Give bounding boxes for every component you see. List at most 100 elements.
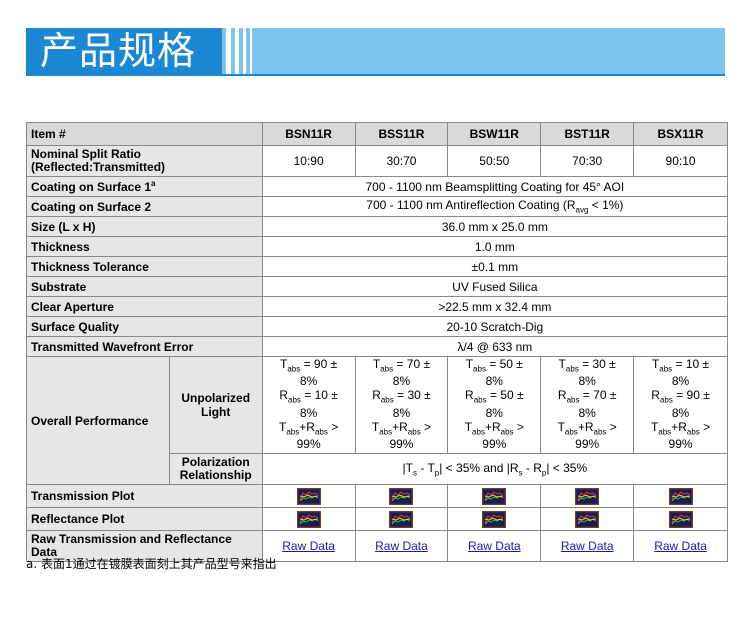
part-header: BSW11R (447, 122, 542, 146)
transmission-value: Tabs = 10 ±8% (651, 357, 710, 389)
transmission-value: Tabs = 50 ±8% (465, 357, 523, 389)
plot-thumbnail-icon[interactable] (296, 487, 321, 505)
plot-thumbnail-icon[interactable] (482, 487, 507, 505)
raw-data-link[interactable]: Raw Data (375, 539, 428, 553)
row-label: Coating on Surface 1a (26, 176, 263, 197)
coating1-row: Coating on Surface 1a 700 - 1100 nm Beam… (26, 176, 729, 197)
cell-value: 700 - 1100 nm Beamsplitting Coating for … (261, 176, 729, 197)
plot-thumbnail-icon[interactable] (296, 510, 321, 528)
cell-value: ±0.1 mm (261, 256, 729, 277)
banner-stripe (235, 28, 239, 74)
banner-underline (26, 74, 725, 76)
cell-value: 700 - 1100 nm Antireflection Coating (Ra… (261, 196, 729, 217)
raw-data-link[interactable]: Raw Data (654, 539, 707, 553)
row-label: Nominal Split Ratio (Reflected:Transmitt… (26, 145, 263, 177)
plot-thumbnail-icon[interactable] (668, 487, 693, 505)
part-header: BSS11R (354, 122, 449, 146)
transmission-value: Tabs = 70 ±8% (372, 357, 431, 389)
row-label: Clear Aperture (26, 296, 263, 317)
performance-cell: Tabs = 30 ±8% Rabs = 70 ±8% Tabs+Rabs >99% (540, 355, 635, 455)
row-label: Transmitted Wavefront Error (26, 336, 263, 357)
raw-cell: Raw Data (633, 530, 728, 563)
sum-value: Tabs+Rabs >99% (279, 419, 339, 452)
cell-value: 70:30 (540, 145, 635, 177)
transmission-plot-row: Transmission Plot (26, 484, 728, 509)
spec-table: Item # BSN11R BSS11R BSW11R BST11R BSX11… (26, 122, 729, 563)
sub-label: Polarization Relationship (168, 453, 263, 486)
reflectance-plot-row: Reflectance Plot (26, 507, 728, 532)
raw-data-link[interactable]: Raw Data (561, 539, 614, 553)
polarization-value: |Ts - Tp| < 35% and |Rs - Rp| < 35% (261, 453, 729, 486)
plot-thumbnail-icon[interactable] (389, 510, 414, 528)
reflection-value: Rabs = 30 ±8% (372, 388, 431, 420)
row-label: Overall Performance (26, 355, 170, 486)
raw-cell: Raw Data (354, 530, 449, 563)
performance-cell: Tabs = 50 ±8% Rabs = 50 ±8% Tabs+Rabs >99% (447, 355, 542, 455)
performance-cell: Tabs = 10 ±8% Rabs = 90 ±8% Tabs+Rabs >99% (633, 355, 728, 455)
raw-data-link[interactable]: Raw Data (468, 539, 521, 553)
row-label: Surface Quality (26, 316, 263, 337)
sum-value: Tabs+Rabs >99% (371, 419, 432, 452)
split-ratio-row: Nominal Split Ratio (Reflected:Transmitt… (26, 145, 728, 177)
title-banner: 产品规格 (26, 28, 725, 74)
quality-row: Surface Quality 20-10 Scratch-Dig (26, 316, 729, 337)
cell-value: UV Fused Silica (261, 276, 729, 297)
plot-thumbnail-icon[interactable] (482, 510, 507, 528)
plot-cell (540, 484, 635, 509)
raw-data-link[interactable]: Raw Data (282, 539, 335, 553)
wavefront-row: Transmitted Wavefront Error λ/4 @ 633 nm (26, 336, 729, 357)
transmission-value: Tabs = 90 ±8% (280, 357, 338, 389)
row-label: Transmission Plot (26, 484, 263, 509)
row-label: Substrate (26, 276, 263, 297)
page-title: 产品规格 (26, 28, 222, 74)
plot-cell (633, 484, 728, 509)
part-header: BST11R (540, 122, 635, 146)
reflection-value: Rabs = 50 ±8% (465, 388, 524, 420)
plot-cell (447, 484, 542, 509)
row-label: Reflectance Plot (26, 507, 263, 532)
aperture-row: Clear Aperture >22.5 mm x 32.4 mm (26, 296, 729, 317)
sub-label: Unpolarized Light (168, 355, 263, 455)
sum-value: Tabs+Rabs >99% (464, 419, 524, 452)
sum-value: Tabs+Rabs >99% (650, 419, 711, 452)
cell-value: λ/4 @ 633 nm (261, 336, 729, 357)
plot-thumbnail-icon[interactable] (575, 487, 600, 505)
part-header: BSN11R (261, 122, 356, 146)
item-header: Item # (26, 122, 263, 146)
row-label: Thickness (26, 236, 263, 257)
performance-cell: Tabs = 90 ±8% Rabs = 10 ±8% Tabs+Rabs >99% (261, 355, 356, 455)
row-label: Coating on Surface 2 (26, 196, 263, 217)
size-row: Size (L x H) 36.0 mm x 25.0 mm (26, 216, 729, 237)
reflection-value: Rabs = 10 ±8% (279, 388, 338, 420)
plot-cell (261, 507, 356, 532)
substrate-row: Substrate UV Fused Silica (26, 276, 729, 297)
transmission-value: Tabs = 30 ±8% (558, 357, 616, 389)
plot-thumbnail-icon[interactable] (668, 510, 693, 528)
footnote: a. 表面1通过在镀膜表面刻上其产品型号来指出 (26, 557, 277, 571)
plot-thumbnail-icon[interactable] (575, 510, 600, 528)
plot-cell (540, 507, 635, 532)
row-label: Thickness Tolerance (26, 256, 263, 277)
sum-value: Tabs+Rabs >99% (557, 419, 617, 452)
plot-cell (354, 484, 449, 509)
banner-stripe (250, 28, 252, 74)
plot-cell (261, 484, 356, 509)
plot-cell (447, 507, 542, 532)
reflection-value: Rabs = 90 ±8% (651, 388, 710, 420)
banner-stripe (226, 28, 231, 74)
cell-value: 36.0 mm x 25.0 mm (261, 216, 729, 237)
cell-value: 50:50 (447, 145, 542, 177)
row-label: Size (L x H) (26, 216, 263, 237)
cell-value: 10:90 (261, 145, 356, 177)
cell-value: 90:10 (633, 145, 728, 177)
raw-cell: Raw Data (540, 530, 635, 563)
cell-value: 20-10 Scratch-Dig (261, 316, 729, 337)
header-row: Item # BSN11R BSS11R BSW11R BST11R BSX11… (26, 122, 728, 146)
banner-stripe (243, 28, 246, 74)
plot-cell (354, 507, 449, 532)
thickness-row: Thickness 1.0 mm (26, 236, 729, 257)
cell-value: 1.0 mm (261, 236, 729, 257)
performance-cell: Tabs = 70 ±8% Rabs = 30 ±8% Tabs+Rabs >99% (354, 355, 449, 455)
part-header: BSX11R (633, 122, 728, 146)
plot-thumbnail-icon[interactable] (389, 487, 414, 505)
